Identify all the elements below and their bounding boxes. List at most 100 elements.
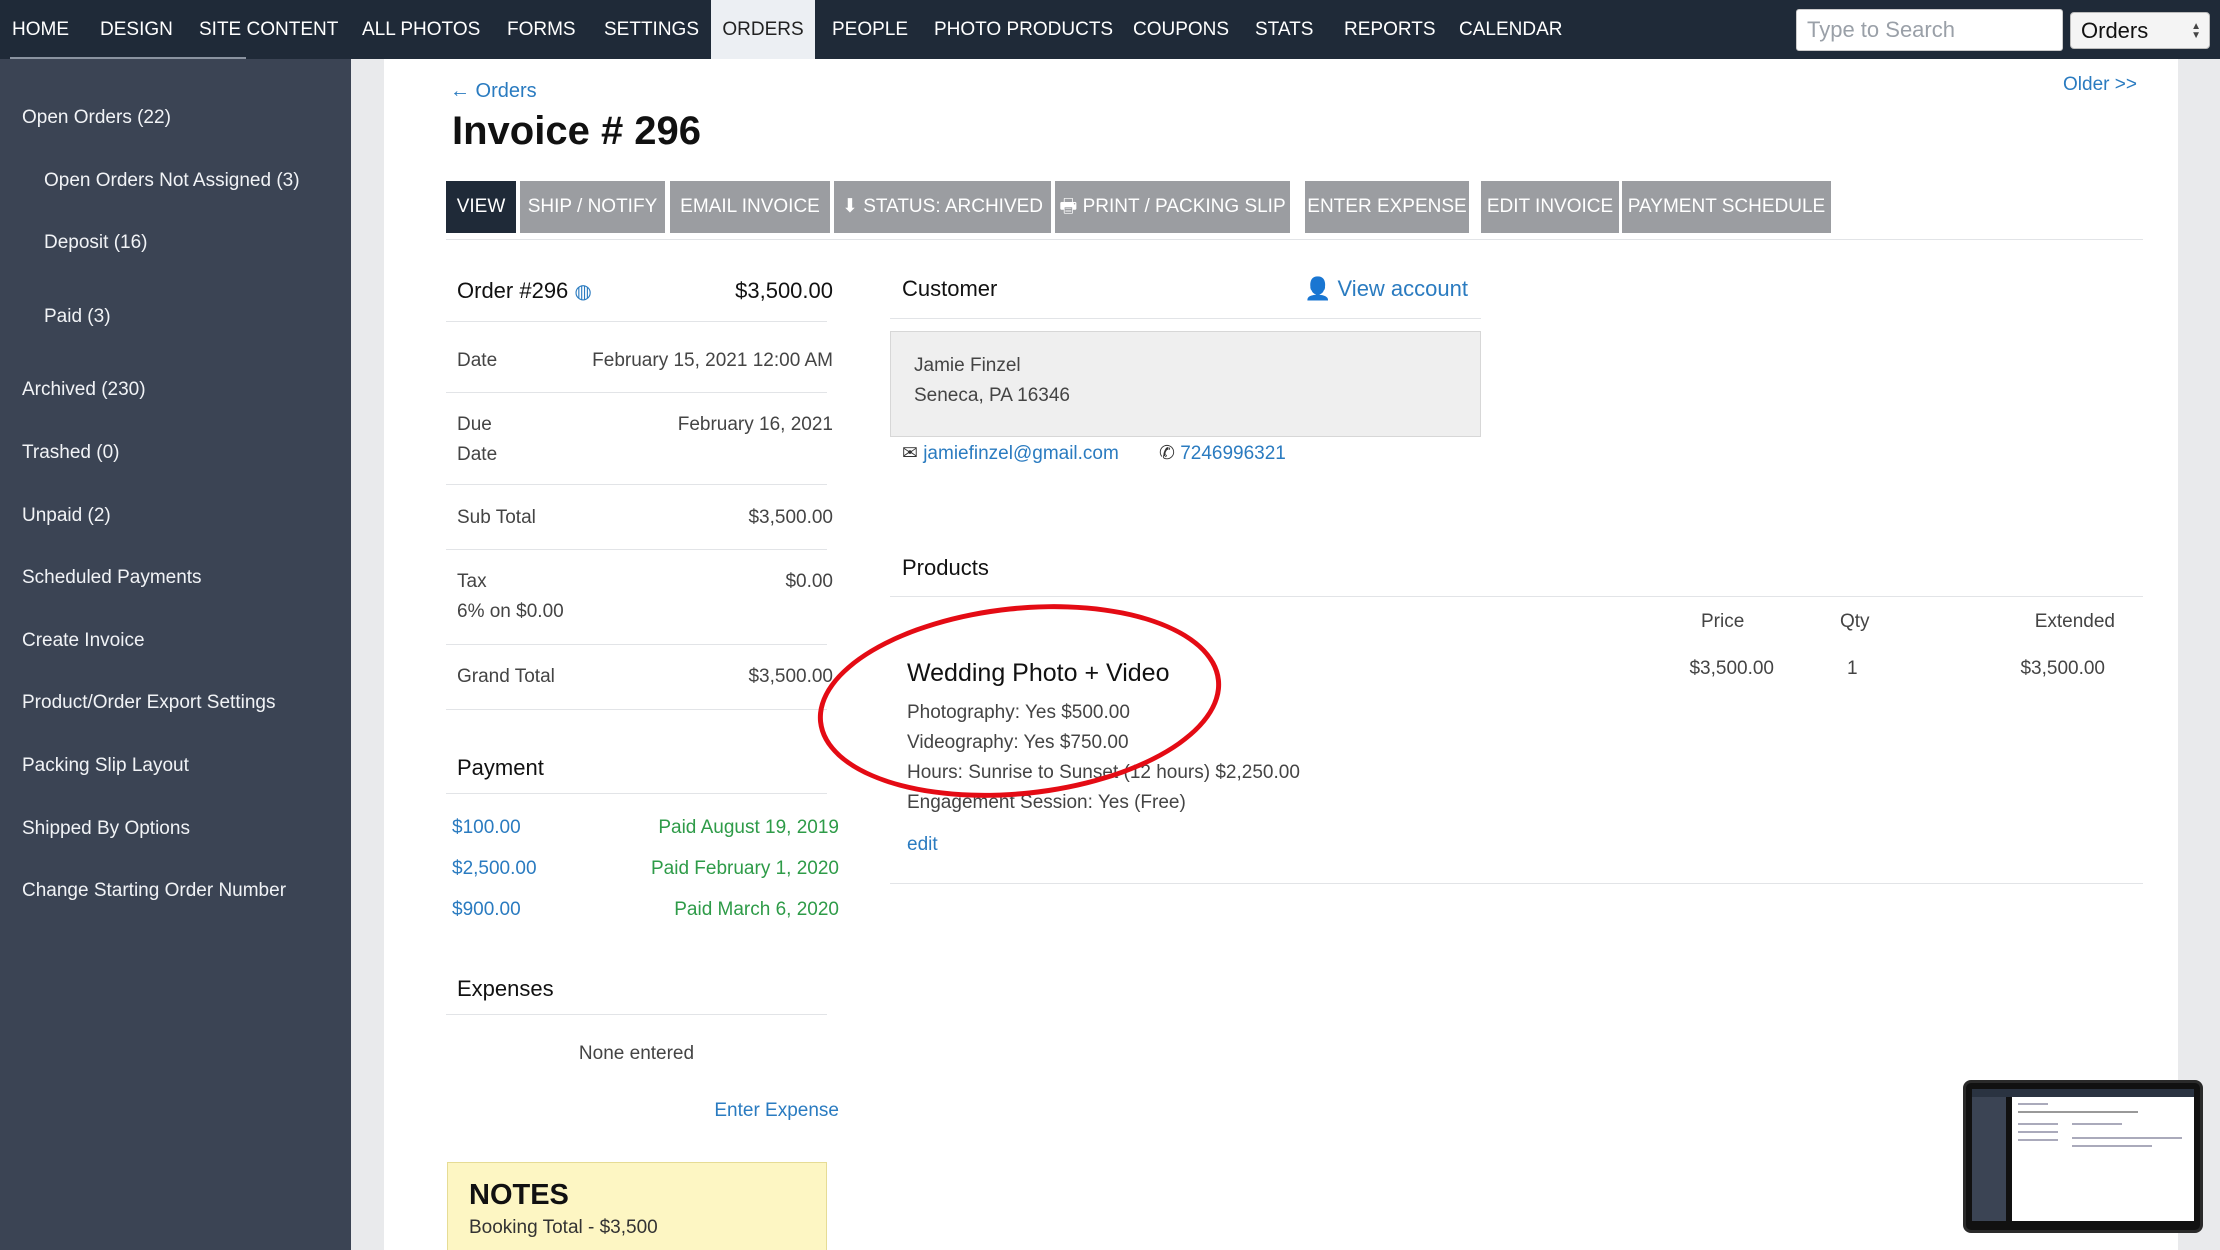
top-nav: HOME DESIGN SITE CONTENT ALL PHOTOS FORM…: [0, 0, 2220, 59]
sidebar-item-create-invoice[interactable]: Create Invoice: [22, 630, 145, 652]
thumbnail-line: [2072, 1145, 2152, 1147]
thumbnail-line: [2072, 1137, 2182, 1139]
customer-address-box: Jamie Finzel Seneca, PA 16346: [890, 331, 1481, 437]
back-to-orders-link[interactable]: ← Orders: [450, 80, 537, 103]
globe-icon[interactable]: ◍: [574, 281, 591, 303]
sidebar-item-open-orders[interactable]: Open Orders (22): [22, 107, 171, 129]
customer-name: Jamie Finzel: [914, 355, 1021, 376]
tabs-divider: [446, 239, 2143, 240]
sidebar: Open Orders (22) Open Orders Not Assigne…: [0, 59, 351, 1250]
page-title: Invoice # 296: [452, 109, 702, 153]
nav-item-calendar[interactable]: CALENDAR: [1459, 0, 1562, 59]
payment-divider: [446, 793, 827, 794]
sidebar-item-shipped-by-options[interactable]: Shipped By Options: [22, 818, 190, 840]
nav-item-forms[interactable]: FORMS: [507, 0, 576, 59]
thumbnail-line: [2018, 1123, 2058, 1125]
products-title: Products: [902, 555, 989, 580]
tab-view[interactable]: VIEW: [446, 181, 516, 233]
date-value: February 15, 2021 12:00 AM: [592, 350, 833, 371]
thumbnail-line: [2018, 1103, 2048, 1105]
older-link[interactable]: Older >>: [2063, 74, 2137, 96]
notes-title: NOTES: [469, 1179, 569, 1211]
products-bottom-divider: [890, 883, 2143, 884]
view-account-link[interactable]: 👤 View account: [1304, 276, 1468, 302]
sidebar-item-export-settings[interactable]: Product/Order Export Settings: [22, 692, 275, 714]
grand-total-value: $3,500.00: [748, 666, 833, 687]
order-divider: [446, 321, 827, 322]
thumbnail-sidebar: [1972, 1097, 2006, 1221]
search-scope-select[interactable]: Orders ▲ ▼: [2070, 12, 2210, 49]
products-divider: [890, 596, 2143, 597]
due-label-2: Date: [457, 444, 498, 465]
tab-print-packing-slip[interactable]: 🖶 PRINT / PACKING SLIP: [1055, 181, 1290, 233]
customer-divider: [890, 318, 1481, 319]
sidebar-item-paid[interactable]: Paid (3): [44, 306, 111, 328]
thumbnail-body: [2012, 1097, 2194, 1221]
product-qty: 1: [1847, 658, 1858, 679]
thumbnail-line: [2018, 1139, 2058, 1141]
payment-amount-link[interactable]: $2,500.00: [452, 858, 537, 880]
sidebar-item-archived[interactable]: Archived (230): [22, 379, 146, 401]
sidebar-item-open-not-assigned[interactable]: Open Orders Not Assigned (3): [44, 170, 300, 192]
payment-amount-link[interactable]: $900.00: [452, 899, 521, 921]
tax-label: Tax: [457, 571, 487, 592]
qty-header: Qty: [1840, 611, 1870, 632]
tax-detail: 6% on $0.00: [457, 601, 564, 622]
sidebar-item-starting-order-number[interactable]: Change Starting Order Number: [22, 880, 286, 902]
tab-payment-schedule[interactable]: PAYMENT SCHEDULE: [1622, 181, 1831, 233]
order-divider: [446, 392, 827, 393]
nav-item-settings[interactable]: SETTINGS: [604, 0, 699, 59]
nav-item-site-content[interactable]: SITE CONTENT: [199, 0, 338, 59]
subtotal-value: $3,500.00: [748, 507, 833, 528]
nav-item-home[interactable]: HOME: [12, 0, 69, 59]
notes-box: NOTES Booking Total - $3,500: [447, 1162, 827, 1250]
nav-item-coupons[interactable]: COUPONS: [1133, 0, 1229, 59]
nav-item-photo-products[interactable]: PHOTO PRODUCTS: [934, 0, 1113, 59]
tab-ship-notify[interactable]: SHIP / NOTIFY: [520, 181, 665, 233]
due-value: February 16, 2021: [677, 414, 833, 435]
customer-phone-link[interactable]: 7246996321: [1180, 443, 1286, 464]
product-extended: $3,500.00: [2020, 658, 2105, 679]
order-divider: [446, 549, 827, 550]
sidebar-item-trashed[interactable]: Trashed (0): [22, 442, 120, 464]
payment-amount-link[interactable]: $100.00: [452, 817, 521, 839]
tab-edit-invoice[interactable]: EDIT INVOICE: [1481, 181, 1619, 233]
nav-item-stats[interactable]: STATS: [1255, 0, 1313, 59]
enter-expense-link[interactable]: Enter Expense: [634, 1100, 839, 1122]
customer-phone: ✆ 7246996321: [1159, 442, 1286, 465]
search-scope-value: Orders: [2081, 18, 2149, 43]
expenses-empty: None entered: [578, 1043, 695, 1064]
nav-item-all-photos[interactable]: ALL PHOTOS: [362, 0, 480, 59]
sidebar-item-scheduled-payments[interactable]: Scheduled Payments: [22, 567, 202, 589]
tab-print-label: PRINT / PACKING SLIP: [1082, 196, 1286, 217]
product-price: $3,500.00: [1689, 658, 1774, 679]
customer-email: ✉ jamiefinzel@gmail.com: [902, 442, 1119, 465]
customer-address: Seneca, PA 16346: [914, 385, 1070, 406]
order-number-label: Order #296: [457, 278, 569, 303]
nav-item-orders[interactable]: ORDERS: [711, 0, 815, 59]
nav-item-people[interactable]: PEOPLE: [832, 0, 908, 59]
tab-email-invoice[interactable]: EMAIL INVOICE: [670, 181, 830, 233]
tab-enter-expense[interactable]: ENTER EXPENSE: [1305, 181, 1469, 233]
sidebar-item-deposit[interactable]: Deposit (16): [44, 232, 148, 254]
customer-title: Customer: [902, 276, 998, 301]
extended-header: Extended: [2034, 611, 2115, 632]
thumbnail-line: [2018, 1131, 2058, 1133]
payment-title: Payment: [457, 755, 544, 780]
due-label: Due: [457, 414, 492, 435]
payment-status: Paid August 19, 2019: [658, 817, 839, 838]
order-divider: [446, 644, 827, 645]
payment-status: Paid February 1, 2020: [650, 858, 839, 879]
thumbnail-line: [2072, 1123, 2122, 1125]
nav-item-reports[interactable]: REPORTS: [1344, 0, 1436, 59]
screenshot-thumbnail[interactable]: [1963, 1080, 2203, 1233]
search-input[interactable]: [1796, 9, 2063, 51]
product-edit-link[interactable]: edit: [907, 834, 938, 856]
customer-email-link[interactable]: jamiefinzel@gmail.com: [923, 443, 1119, 464]
sidebar-item-unpaid[interactable]: Unpaid (2): [22, 505, 111, 527]
sidebar-item-packing-slip-layout[interactable]: Packing Slip Layout: [22, 755, 189, 777]
nav-item-design[interactable]: DESIGN: [100, 0, 173, 59]
view-account-label: View account: [1337, 276, 1468, 301]
order-divider: [446, 484, 827, 485]
tab-status-archived[interactable]: ⬇ STATUS: ARCHIVED: [834, 181, 1051, 233]
